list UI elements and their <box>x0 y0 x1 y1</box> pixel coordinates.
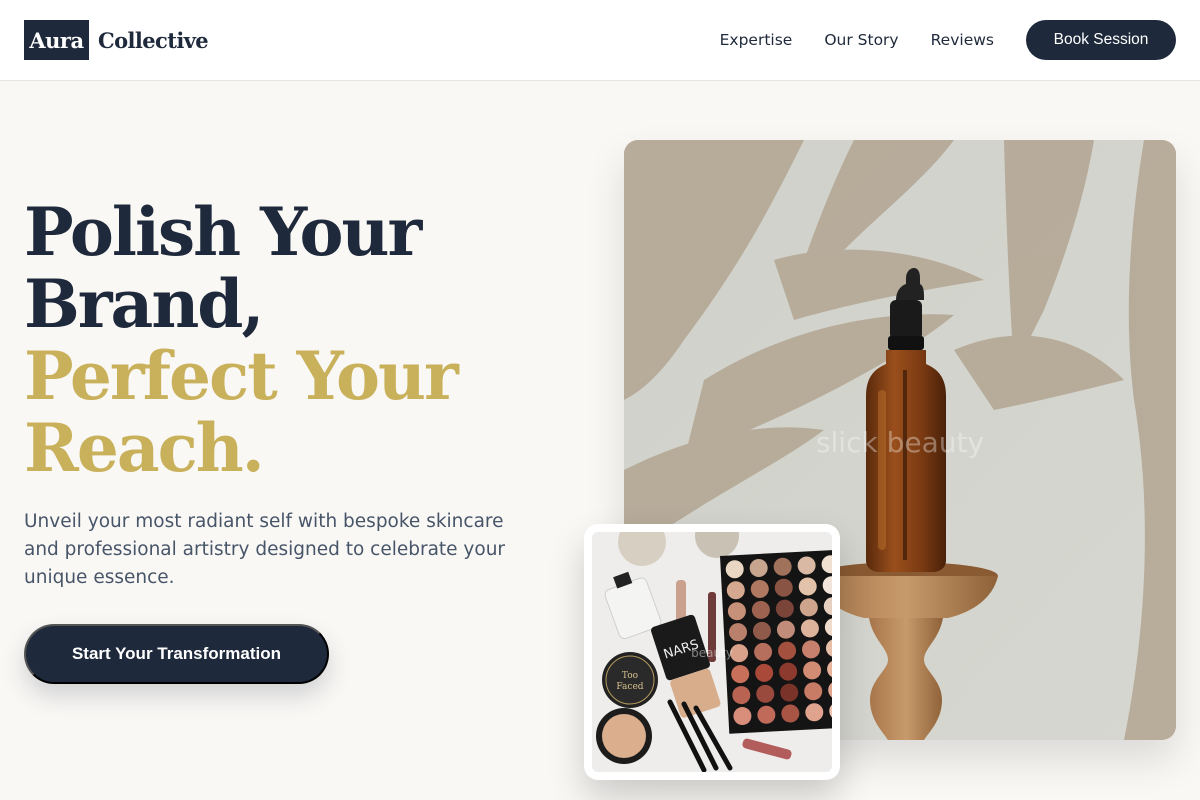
headline-line-1: Polish Your <box>24 193 422 271</box>
makeup-palette-image: NARS Too Faced beauty <box>592 532 832 772</box>
main-nav: Expertise Our Story Reviews Book Session <box>720 20 1176 60</box>
logo-mark: Aura <box>24 20 89 60</box>
nav-link-reviews[interactable]: Reviews <box>931 31 994 49</box>
book-session-button[interactable]: Book Session <box>1026 20 1176 60</box>
makeup-palette-card: NARS Too Faced beauty <box>584 524 840 780</box>
logo-wordmark: Collective <box>98 27 209 53</box>
nav-link-expertise[interactable]: Expertise <box>720 31 793 49</box>
hero-headline: Polish Your Brand, Perfect Your Reach. <box>24 196 584 484</box>
start-transformation-button[interactable]: Start Your Transformation <box>24 624 329 684</box>
site-header: Aura Collective Expertise Our Story Revi… <box>0 0 1200 81</box>
headline-line-3: Perfect Your <box>24 337 459 415</box>
svg-text:Faced: Faced <box>616 682 643 692</box>
headline-line-4: Reach. <box>24 409 265 487</box>
nav-link-our-story[interactable]: Our Story <box>824 31 898 49</box>
hero-description: Unveil your most radiant self with bespo… <box>24 511 506 588</box>
svg-text:Too: Too <box>622 671 638 681</box>
image-watermark: slick beauty <box>815 426 985 459</box>
inset-watermark: beauty <box>691 646 733 660</box>
headline-line-2: Brand, <box>24 265 264 343</box>
brand-logo[interactable]: Aura Collective <box>24 20 209 60</box>
